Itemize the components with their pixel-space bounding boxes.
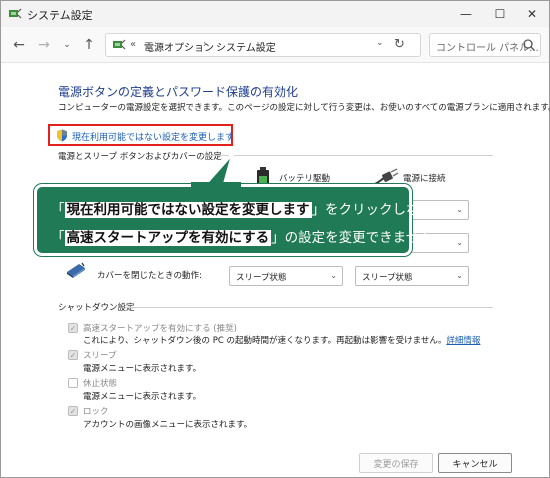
close-button[interactable]: ✕ [515, 1, 549, 27]
lock-label: ロック [83, 407, 109, 417]
window: システム設定 — ☐ ✕ ← → ⌄ ↑ « 電源オプション › システム設定 … [0, 0, 550, 478]
fast-startup-description: これにより、シャットダウン後の PC の起動時間が速くなります。再起動は影響を受… [83, 336, 481, 346]
lid-battery-value: スリープ状態 [236, 273, 287, 283]
battery-column-label: バッテリ駆動 [279, 174, 331, 184]
hibernate-label: 休止状態 [83, 379, 118, 389]
control-panel-icon [113, 39, 126, 50]
sleep-checkbox[interactable]: ✓ [68, 350, 78, 360]
lock-description: アカウントの画像メニューに表示されます。 [83, 420, 253, 430]
title-bar: システム設定 — ☐ ✕ [1, 1, 549, 27]
address-bar[interactable]: « 電源オプション › システム設定 ⌄ [105, 33, 421, 57]
chevron-down-icon: ⌄ [456, 205, 463, 214]
power-options-icon [9, 8, 22, 19]
search-box[interactable]: コントロール パネル... [429, 33, 541, 57]
lid-close-action-label: カバーを閉じたときの動作: [97, 271, 202, 281]
breadcrumb-separator[interactable]: › [203, 39, 207, 50]
change-settings-highlight: 現在利用可能ではない設定を変更します [48, 124, 234, 146]
lid-plugged-value: スリープ状態 [362, 273, 413, 283]
forward-button[interactable]: → [34, 35, 54, 55]
minimize-button[interactable]: — [449, 1, 483, 27]
section-divider [125, 307, 493, 308]
maximize-button[interactable]: ☐ [483, 1, 517, 27]
save-changes-button[interactable]: 変更の保存 [359, 453, 433, 473]
dialog-buttons: 変更の保存 キャンセル [1, 447, 549, 477]
recent-locations-button[interactable]: ⌄ [57, 35, 77, 55]
change-unavailable-settings-link[interactable]: 現在利用可能ではない設定を変更します [72, 130, 234, 143]
lid-plugged-select[interactable]: スリープ状態 ⌄ [355, 266, 469, 286]
hibernate-checkbox[interactable] [68, 378, 78, 388]
up-button[interactable]: ↑ [79, 35, 99, 55]
plugged-in-column-label: 電源に接続 [403, 174, 446, 184]
sleep-description: 電源メニューに表示されます。 [83, 364, 202, 374]
page-title: 電源ボタンの定義とパスワード保護の有効化 [58, 85, 299, 99]
hibernate-description: 電源メニューに表示されます。 [83, 392, 202, 402]
shutdown-settings-heading: シャットダウン設定 [58, 303, 135, 313]
breadcrumb-overflow[interactable]: « [130, 39, 136, 50]
callout-line-2: 「高速スタートアップを有効にする 」の設定を変更できません [51, 230, 433, 246]
chevron-down-icon: ⌄ [456, 271, 463, 280]
chevron-down-icon: ⌄ [330, 271, 337, 280]
lock-checkbox[interactable]: ✓ [68, 406, 78, 416]
address-dropdown-icon[interactable]: ⌄ [376, 38, 384, 48]
cancel-button[interactable]: キャンセル [438, 453, 512, 473]
callout-pointer-join [191, 182, 241, 188]
refresh-button[interactable]: ↻ [394, 37, 405, 52]
laptop-lid-icon [67, 262, 85, 278]
callout-line-1: 「現在利用可能ではない設定を変更します 」をクリックしないと [51, 202, 447, 218]
fast-startup-checkbox[interactable]: ✓ [68, 323, 78, 333]
annotation-callout: 「現在利用可能ではない設定を変更します 」をクリックしないと 「高速スタートアップ… [34, 184, 447, 256]
more-info-link[interactable]: 詳細情報 [446, 336, 480, 346]
callout-highlight-1: 現在利用可能ではない設定を変更します [64, 202, 312, 218]
fast-startup-label: 高速スタートアップを有効にする (推奨) [83, 324, 237, 334]
chevron-down-icon: ⌄ [456, 238, 463, 247]
uac-shield-icon [57, 129, 67, 142]
page-description: コンピューターの電源設定を選択できます。このページの設定に対して行う変更は、お使… [58, 103, 550, 113]
sleep-label: スリープ [83, 351, 117, 361]
navigation-bar: ← → ⌄ ↑ « 電源オプション › システム設定 ⌄ ↻ コントロール パネ… [1, 27, 549, 63]
lid-battery-select[interactable]: スリープ状態 ⌄ [229, 266, 343, 286]
callout-highlight-2: 高速スタートアップを有効にする [64, 230, 272, 246]
window-title: システム設定 [27, 9, 93, 22]
search-icon[interactable] [522, 38, 536, 52]
back-button[interactable]: ← [9, 35, 29, 55]
breadcrumb-system-settings[interactable]: システム設定 [216, 39, 276, 54]
